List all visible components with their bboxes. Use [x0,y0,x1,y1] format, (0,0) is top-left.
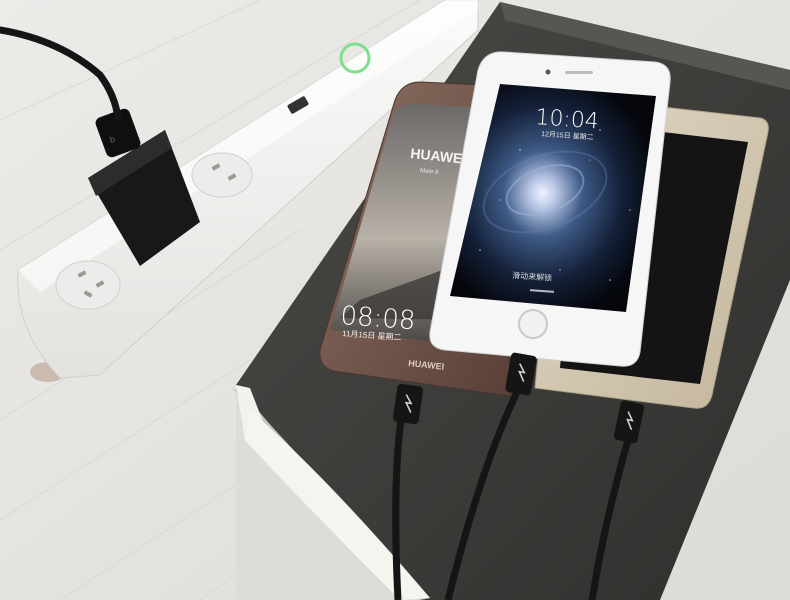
scene-svg: b HUAWEI Mate 8 08:08 11月15日 星期二 HUAWEI [0,0,790,600]
earpiece-speaker [565,71,593,74]
front-camera [545,69,551,75]
iphone-lock-time: 10:04 [535,105,600,134]
outlet-2 [55,260,121,310]
home-button[interactable] [518,309,548,339]
connector-huawei-mate [392,383,424,425]
outlet-1 [191,152,253,198]
photo-scene: b HUAWEI Mate 8 08:08 11月15日 星期二 HUAWEI [0,0,790,600]
